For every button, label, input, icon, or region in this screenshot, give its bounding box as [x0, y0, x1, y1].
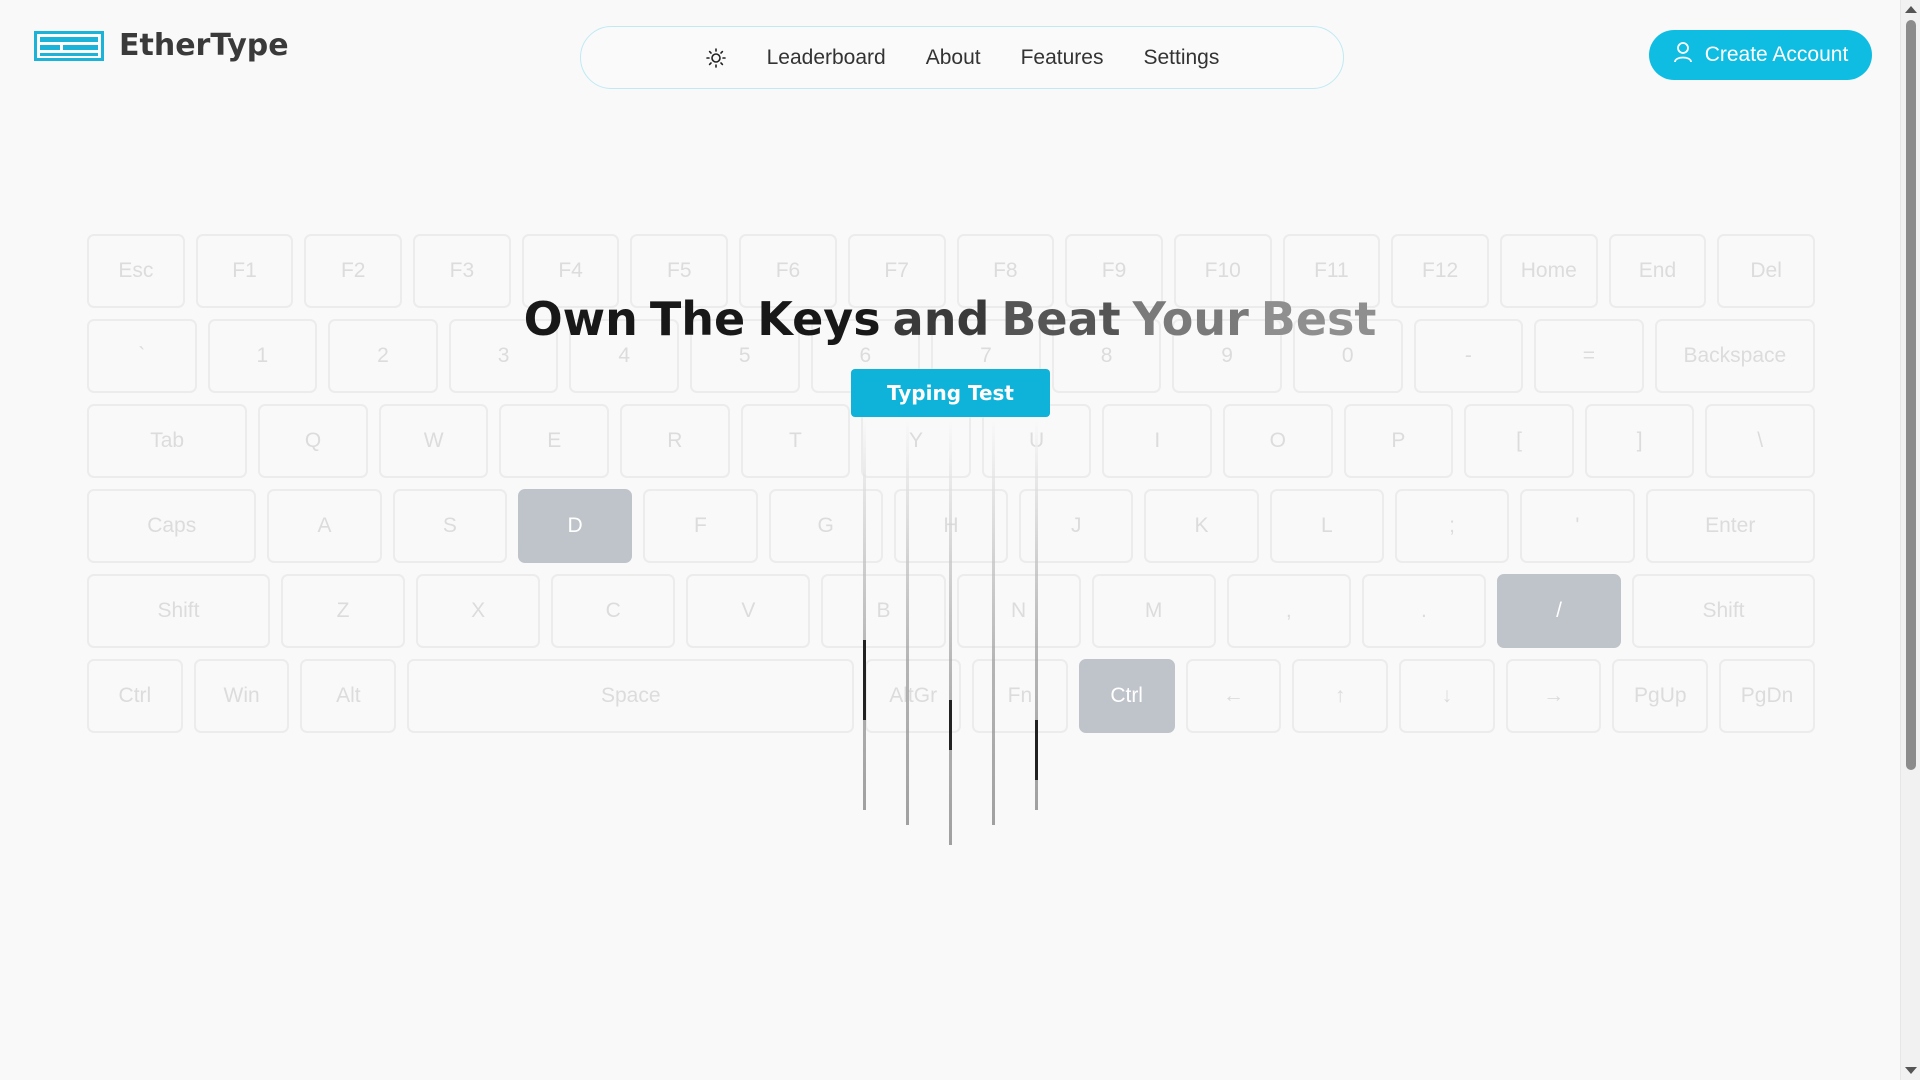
hero-word: Keys — [757, 292, 881, 346]
hero-word: and — [892, 292, 990, 346]
page: EtherType Leaderboard About Features Set… — [0, 0, 1900, 1080]
hero-word: The — [649, 292, 746, 346]
falling-beams-decoration — [863, 420, 1038, 845]
hero-word: Your — [1132, 292, 1249, 346]
hero-word: Beat — [1001, 292, 1121, 346]
hero-word: Best — [1260, 292, 1377, 346]
typing-test-button[interactable]: Typing Test — [851, 369, 1050, 417]
hero-word: Own — [523, 292, 638, 346]
page-scrollbar[interactable] — [1900, 0, 1920, 1080]
scroll-up-arrow-icon[interactable] — [1905, 6, 1917, 13]
hero-title: Own The Keys and Beat Your Best — [0, 292, 1900, 346]
scroll-down-arrow-icon[interactable] — [1905, 1067, 1917, 1074]
scrollbar-thumb[interactable] — [1906, 20, 1916, 770]
